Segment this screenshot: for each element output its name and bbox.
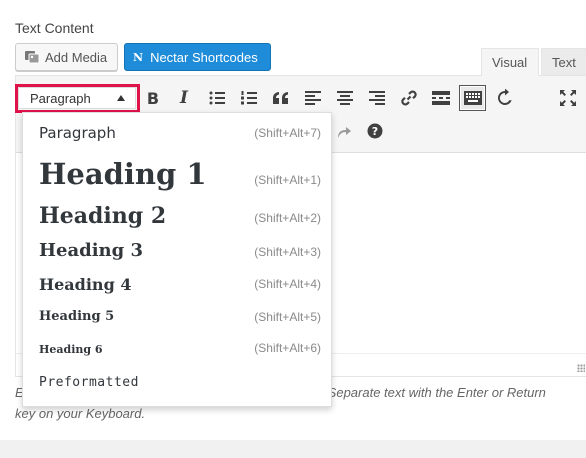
format-option-label: Heading 1 — [39, 157, 207, 191]
bulleted-list-button[interactable] — [205, 86, 229, 110]
numbered-list-icon — [241, 91, 257, 105]
format-option-heading-3[interactable]: Heading 3 (Shift+Alt+3) — [23, 238, 331, 272]
format-option-label: Preformatted — [39, 375, 139, 390]
format-dropdown-menu: Paragraph (Shift+Alt+7) Heading 1 (Shift… — [22, 112, 332, 407]
redo-icon — [338, 127, 351, 138]
fullscreen-icon — [560, 90, 576, 106]
bulleted-list-icon — [209, 91, 225, 105]
toolbar-toggle-button[interactable] — [459, 85, 486, 111]
bold-icon: B — [146, 88, 160, 108]
align-center-icon — [337, 91, 353, 105]
format-option-shortcut: (Shift+Alt+1) — [254, 173, 321, 187]
refresh-button[interactable] — [493, 86, 517, 110]
nectar-shortcodes-label: Nectar Shortcodes — [150, 49, 258, 65]
fullscreen-button[interactable] — [556, 86, 580, 110]
blockquote-button[interactable] — [269, 86, 293, 110]
read-more-icon — [432, 91, 450, 105]
add-media-label: Add Media — [45, 49, 108, 65]
format-option-heading-2[interactable]: Heading 2 (Shift+Alt+2) — [23, 203, 331, 238]
format-option-heading-4[interactable]: Heading 4 (Shift+Alt+4) — [23, 272, 331, 305]
format-option-shortcut: (Shift+Alt+6) — [254, 341, 321, 355]
resize-grip-icon[interactable] — [577, 364, 585, 372]
caret-up-icon — [117, 95, 125, 101]
format-option-heading-5[interactable]: Heading 5 (Shift+Alt+5) — [23, 305, 331, 338]
format-option-heading-6[interactable]: Heading 6 (Shift+Alt+6) — [23, 338, 331, 371]
align-left-icon — [305, 91, 321, 105]
format-option-label: Heading 6 — [39, 343, 103, 356]
format-option-label: Paragraph — [39, 124, 116, 142]
bold-button[interactable]: B — [141, 86, 165, 110]
format-option-shortcut: (Shift+Alt+3) — [254, 245, 321, 259]
help-button[interactable]: ? — [363, 119, 387, 143]
format-option-shortcut: (Shift+Alt+4) — [254, 277, 321, 291]
format-option-label: Heading 2 — [39, 203, 167, 229]
format-option-label: Heading 5 — [39, 309, 115, 324]
format-select-value: Paragraph — [30, 90, 91, 106]
insert-link-button[interactable] — [397, 86, 421, 110]
format-option-shortcut: (Shift+Alt+7) — [254, 126, 321, 140]
help-text-line1: Separate text with the Enter or Return — [327, 385, 546, 400]
keyboard-icon — [463, 91, 482, 105]
blockquote-icon — [273, 92, 288, 104]
help-icon: ? — [367, 123, 383, 139]
link-icon — [401, 90, 417, 106]
italic-icon: I — [180, 88, 188, 108]
format-option-label: Heading 3 — [39, 240, 144, 261]
field-label: Text Content — [15, 20, 94, 36]
nectar-n-icon: N — [133, 50, 144, 64]
refresh-icon — [497, 89, 512, 105]
align-right-button[interactable] — [365, 86, 389, 110]
format-option-paragraph[interactable]: Paragraph (Shift+Alt+7) — [23, 113, 331, 153]
italic-button[interactable]: I — [172, 86, 196, 110]
format-option-preformatted[interactable]: Preformatted — [23, 371, 331, 407]
align-center-button[interactable] — [333, 86, 357, 110]
help-text-line2: key on your Keyboard. — [15, 406, 146, 421]
align-right-icon — [369, 91, 385, 105]
redo-button[interactable] — [332, 119, 356, 143]
footer-band — [0, 440, 586, 458]
tab-text-label: Text — [552, 55, 576, 70]
read-more-button[interactable] — [429, 86, 453, 110]
format-select[interactable]: Paragraph — [18, 87, 136, 109]
tab-visual-label: Visual — [492, 55, 528, 70]
tab-text[interactable]: Text — [541, 48, 586, 76]
add-media-button[interactable]: Add Media — [15, 43, 118, 71]
format-option-shortcut: (Shift+Alt+2) — [254, 211, 321, 225]
numbered-list-button[interactable] — [237, 86, 261, 110]
format-option-shortcut: (Shift+Alt+5) — [254, 310, 321, 324]
tab-visual[interactable]: Visual — [481, 48, 539, 76]
format-option-label: Heading 4 — [39, 275, 132, 294]
add-media-icon — [24, 50, 40, 64]
format-option-heading-1[interactable]: Heading 1 (Shift+Alt+1) — [23, 153, 331, 203]
align-left-button[interactable] — [301, 86, 325, 110]
nectar-shortcodes-button[interactable]: N Nectar Shortcodes — [124, 43, 271, 71]
svg-text:?: ? — [372, 125, 378, 138]
